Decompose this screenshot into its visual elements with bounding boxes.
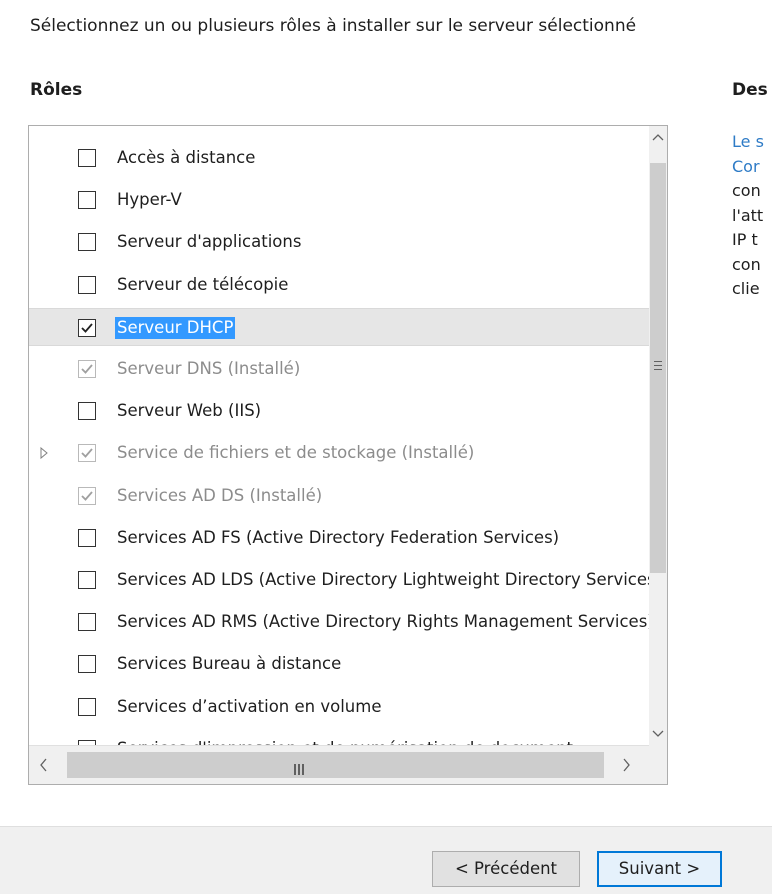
grip-icon (654, 361, 662, 373)
role-label: Serveur DHCP (115, 316, 236, 339)
role-label: Hyper-V (117, 190, 182, 210)
description-line: IP t (732, 230, 758, 249)
roles-header: Rôles (30, 80, 83, 100)
role-checkbox (78, 444, 96, 463)
role-label: Service de fichiers et de stockage (Inst… (117, 443, 475, 463)
role-label: Serveur d'applications (117, 232, 302, 252)
role-item[interactable]: Serveur Web (IIS) (29, 392, 649, 430)
description-text: Le s Cor con l'att IP t con clie (732, 130, 764, 302)
role-checkbox[interactable] (78, 528, 96, 547)
grip-icon (294, 760, 306, 779)
role-label: Services AD LDS (Active Directory Lightw… (117, 570, 649, 589)
description-line: con (732, 181, 761, 200)
scroll-right-icon[interactable] (611, 746, 641, 784)
role-item[interactable]: Services AD LDS (Active Directory Lightw… (29, 561, 649, 599)
description-line: con (732, 254, 761, 274)
role-item[interactable]: Serveur DNS (Installé) (29, 350, 649, 388)
checkmark-icon (81, 448, 93, 459)
role-item[interactable]: Serveur de télécopie (29, 266, 649, 304)
role-item[interactable]: Serveur DHCP (29, 307, 649, 346)
description-line: l'att (732, 205, 764, 225)
role-checkbox (78, 486, 96, 505)
role-label: Serveur de télécopie (117, 274, 289, 294)
roles-list: Accès à distance Hyper-V Serveur d'applica… (29, 126, 649, 745)
description-header: Des (732, 80, 768, 100)
horizontal-scrollbar[interactable] (29, 745, 649, 784)
scroll-up-icon[interactable] (649, 126, 667, 148)
role-checkbox[interactable] (78, 149, 96, 167)
role-label: Services AD DS (Installé) (117, 485, 323, 505)
role-item[interactable]: Service de fichiers et de stockage (Inst… (29, 434, 649, 472)
scrollbar-corner (649, 745, 667, 784)
scroll-down-icon[interactable] (649, 723, 667, 745)
next-button[interactable]: Suivant > (597, 851, 722, 887)
role-checkbox[interactable] (78, 233, 96, 252)
description-line: Le s (732, 132, 764, 151)
role-label: Services Bureau à distance (117, 654, 342, 674)
expand-arrow-icon[interactable] (37, 445, 51, 461)
previous-button[interactable]: < Précédent (432, 851, 580, 887)
role-label: Services d’activation en volume (117, 696, 382, 716)
vertical-scroll-thumb[interactable] (650, 163, 666, 573)
role-checkbox[interactable] (78, 275, 96, 294)
role-checkbox[interactable] (78, 613, 96, 632)
vertical-scrollbar[interactable] (649, 126, 667, 745)
role-checkbox[interactable] (78, 697, 96, 716)
role-checkbox (78, 360, 96, 378)
role-label: Services AD RMS (Active Directory Rights… (117, 612, 649, 632)
role-label: Accès à distance (117, 148, 256, 167)
description-line: clie (732, 279, 760, 298)
wizard-footer: < Précédent Suivant > (0, 826, 772, 894)
role-item[interactable]: Serveur d'applications (29, 223, 649, 261)
checkmark-icon (81, 323, 93, 333)
role-item[interactable]: Services d'impression et de numérisation… (29, 730, 649, 745)
horizontal-scroll-thumb[interactable] (67, 752, 604, 778)
role-label: Serveur DNS (Installé) (117, 359, 301, 378)
role-label: Serveur Web (IIS) (117, 401, 262, 421)
role-checkbox[interactable] (78, 655, 96, 674)
role-checkbox[interactable] (78, 318, 96, 337)
role-label: Services d'impression et de numérisation… (117, 738, 573, 745)
role-item[interactable]: Accès à distance (29, 139, 649, 177)
checkmark-icon (81, 491, 93, 501)
role-item[interactable]: Services AD RMS (Active Directory Rights… (29, 603, 649, 641)
role-checkbox[interactable] (78, 191, 96, 210)
role-item[interactable]: Services Bureau à distance (29, 645, 649, 683)
role-checkbox[interactable] (78, 402, 96, 421)
role-item[interactable]: Services AD DS (Installé) (29, 477, 649, 515)
intro-text: Sélectionnez un ou plusieurs rôles à ins… (30, 16, 637, 36)
role-checkbox[interactable] (78, 571, 96, 589)
role-item[interactable]: Services AD FS (Active Directory Federat… (29, 519, 649, 557)
role-item[interactable]: Hyper-V (29, 181, 649, 219)
scroll-left-icon[interactable] (29, 746, 59, 784)
role-item[interactable]: Services d’activation en volume (29, 688, 649, 726)
description-line: Cor (732, 156, 760, 176)
role-label: Services AD FS (Active Directory Federat… (117, 527, 560, 547)
roles-listbox[interactable]: Accès à distance Hyper-V Serveur d'applica… (28, 125, 668, 785)
checkmark-icon (81, 364, 93, 374)
